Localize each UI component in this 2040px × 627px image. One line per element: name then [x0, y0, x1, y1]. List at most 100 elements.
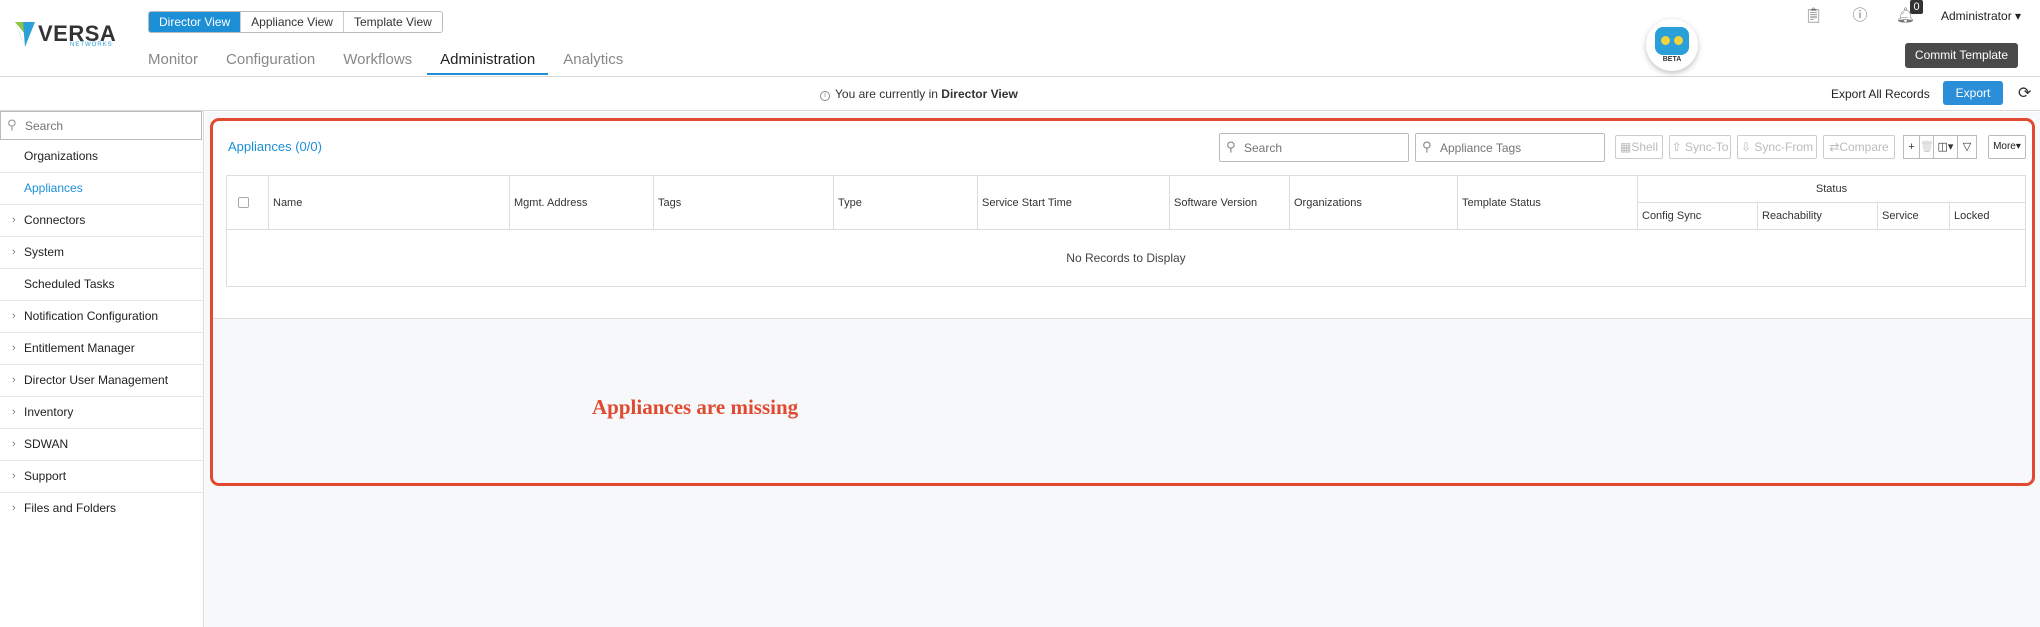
sidebar-search-input[interactable] — [25, 117, 195, 135]
appliances-title: Appliances (0/0) — [228, 139, 322, 154]
column-header-service-start-time[interactable]: Service Start Time — [977, 175, 1170, 230]
appliance-tags-input[interactable] — [1440, 140, 1598, 156]
nav-monitor[interactable]: Monitor — [148, 47, 198, 75]
current-view-prefix: You are currently in — [835, 87, 938, 101]
column-header-type[interactable]: Type — [833, 175, 978, 230]
chevron-right-icon: › — [12, 342, 16, 354]
notification-count-badge: 0 — [1910, 0, 1923, 14]
select-all-cell — [226, 175, 269, 230]
sidebar-search: ⚲ — [0, 111, 202, 140]
chevron-right-icon: › — [12, 502, 16, 514]
shell-label: Shell — [1631, 140, 1659, 154]
columns-icon[interactable]: ◫▾ — [1934, 135, 1958, 159]
sidebar-item-label: Entitlement Manager — [24, 341, 135, 355]
compare-button[interactable]: ⇄Compare — [1823, 135, 1895, 159]
shell-button[interactable]: ▦Shell — [1615, 135, 1663, 159]
appliance-view-button[interactable]: Appliance View — [241, 12, 344, 32]
nav-administration[interactable]: Administration — [427, 47, 549, 75]
appliance-tags-filter: ⚲ — [1415, 133, 1605, 162]
sidebar-item-sdwan[interactable]: › SDWAN — [0, 429, 204, 461]
sidebar-item-appliances[interactable]: Appliances — [0, 173, 204, 205]
terminal-icon: ▦ — [1619, 140, 1632, 154]
chevron-right-icon: › — [12, 246, 16, 258]
template-view-button[interactable]: Template View — [343, 12, 442, 32]
sidebar-item-scheduled-tasks[interactable]: Scheduled Tasks — [0, 269, 204, 301]
director-view-button[interactable]: Director View — [149, 12, 242, 32]
empty-state-message: No Records to Display — [226, 229, 2026, 287]
user-name: Administrator — [1941, 9, 2012, 23]
column-header-tags[interactable]: Tags — [653, 175, 834, 230]
sidebar-item-notification-configuration[interactable]: › Notification Configuration — [0, 301, 204, 333]
filter-icon[interactable]: ▽ — [1958, 135, 1977, 159]
table-search-input[interactable] — [1244, 140, 1402, 156]
sync-from-button[interactable]: ⇩ Sync-From — [1737, 135, 1817, 159]
current-view-name: Director View — [941, 87, 1018, 101]
add-icon[interactable]: + — [1903, 135, 1920, 159]
annotation-label: Appliances are missing — [592, 395, 799, 419]
appliances-table: Name Mgmt. Address Tags Type Service Sta… — [226, 175, 2026, 287]
column-header-locked[interactable]: Locked — [1949, 202, 2026, 230]
sidebar-item-inventory[interactable]: › Inventory — [0, 397, 204, 429]
chevron-right-icon: › — [12, 310, 16, 322]
sync-to-label: Sync-To — [1685, 140, 1729, 154]
sync-to-button[interactable]: ⇧ Sync-To — [1669, 135, 1731, 159]
chevron-right-icon: › — [12, 470, 16, 482]
chevron-right-icon: › — [12, 374, 16, 386]
more-label: More — [1993, 141, 2016, 152]
sidebar-item-system[interactable]: › System — [0, 237, 204, 269]
caret-down-icon: ▾ — [2015, 9, 2022, 23]
sidebar-item-label: Support — [24, 469, 67, 483]
search-icon: ⚲ — [1226, 139, 1236, 154]
sidebar-item-label: Appliances — [24, 181, 83, 195]
sidebar-item-director-user-management[interactable]: › Director User Management — [0, 365, 204, 397]
info-icon[interactable]: ⓘ — [1851, 7, 1869, 25]
search-icon: ⚲ — [1422, 139, 1432, 154]
refresh-icon[interactable]: ⟳ — [2018, 83, 2031, 103]
sidebar-item-label: Notification Configuration — [24, 309, 159, 323]
table-search: ⚲ — [1219, 133, 1409, 162]
sync-from-label: Sync-From — [1754, 140, 1814, 154]
view-switcher: Director View Appliance View Template Vi… — [148, 11, 443, 33]
sidebar-item-label: Organizations — [24, 149, 99, 163]
clipboard-icon[interactable]: 📋︎ — [1804, 7, 1823, 25]
sidebar-item-connectors[interactable]: › Connectors — [0, 205, 204, 237]
column-group-status: Status — [1637, 175, 2026, 203]
more-button[interactable]: More▾ — [1988, 135, 2026, 159]
export-all-records-link[interactable]: Export All Records — [1831, 87, 1930, 101]
nav-configuration[interactable]: Configuration — [226, 47, 315, 75]
column-header-software-version[interactable]: Software Version — [1169, 175, 1290, 230]
column-header-mgmt-address[interactable]: Mgmt. Address — [509, 175, 654, 230]
column-header-organizations[interactable]: Organizations — [1289, 175, 1458, 230]
compare-label: Compare — [1839, 140, 1889, 154]
current-view-message: i You are currently in Director View — [820, 87, 1018, 101]
sidebar-item-label: System — [24, 245, 65, 259]
sidebar-item-label: Scheduled Tasks — [24, 277, 115, 291]
column-header-reachability[interactable]: Reachability — [1757, 202, 1878, 230]
sidebar: ⚲ Organizations Appliances › Connectors ›… — [0, 111, 204, 627]
main-navigation: Monitor Configuration Workflows Administ… — [148, 47, 651, 75]
export-button[interactable]: Export — [1943, 81, 2003, 105]
user-menu[interactable]: Administrator ▾ — [1941, 9, 2021, 23]
sidebar-item-entitlement-manager[interactable]: › Entitlement Manager — [0, 333, 204, 365]
sidebar-item-support[interactable]: › Support — [0, 461, 204, 493]
column-header-service[interactable]: Service — [1877, 202, 1950, 230]
commit-template-button[interactable]: Commit Template — [1905, 43, 2018, 68]
select-all-checkbox[interactable] — [238, 197, 249, 209]
main-content: Appliances (0/0) ⚲ ⚲ ▦Shell ⇧ Sync-To ⇩ … — [205, 112, 2040, 627]
sidebar-item-label: Director User Management — [24, 373, 169, 387]
sidebar-item-files-and-folders[interactable]: › Files and Folders — [0, 493, 204, 525]
nav-workflows[interactable]: Workflows — [343, 47, 412, 75]
column-header-template-status[interactable]: Template Status — [1457, 175, 1638, 230]
delete-icon[interactable]: 🗑︎ — [1920, 135, 1934, 159]
versa-logo[interactable]: VERSA NETWORKS — [14, 20, 116, 48]
info-icon: i — [820, 91, 830, 101]
sidebar-item-label: Connectors — [24, 213, 86, 227]
sidebar-item-organizations[interactable]: Organizations — [0, 141, 204, 173]
column-header-config-sync[interactable]: Config Sync — [1637, 202, 1758, 230]
beta-badge: BETA — [1662, 56, 1682, 63]
versa-logo-icon — [15, 22, 35, 47]
assistant-bot-button[interactable]: BETA — [1646, 19, 1698, 71]
table-header-row: Name Mgmt. Address Tags Type Service Sta… — [226, 175, 2026, 230]
column-header-name[interactable]: Name — [268, 175, 510, 230]
nav-analytics[interactable]: Analytics — [563, 47, 623, 75]
